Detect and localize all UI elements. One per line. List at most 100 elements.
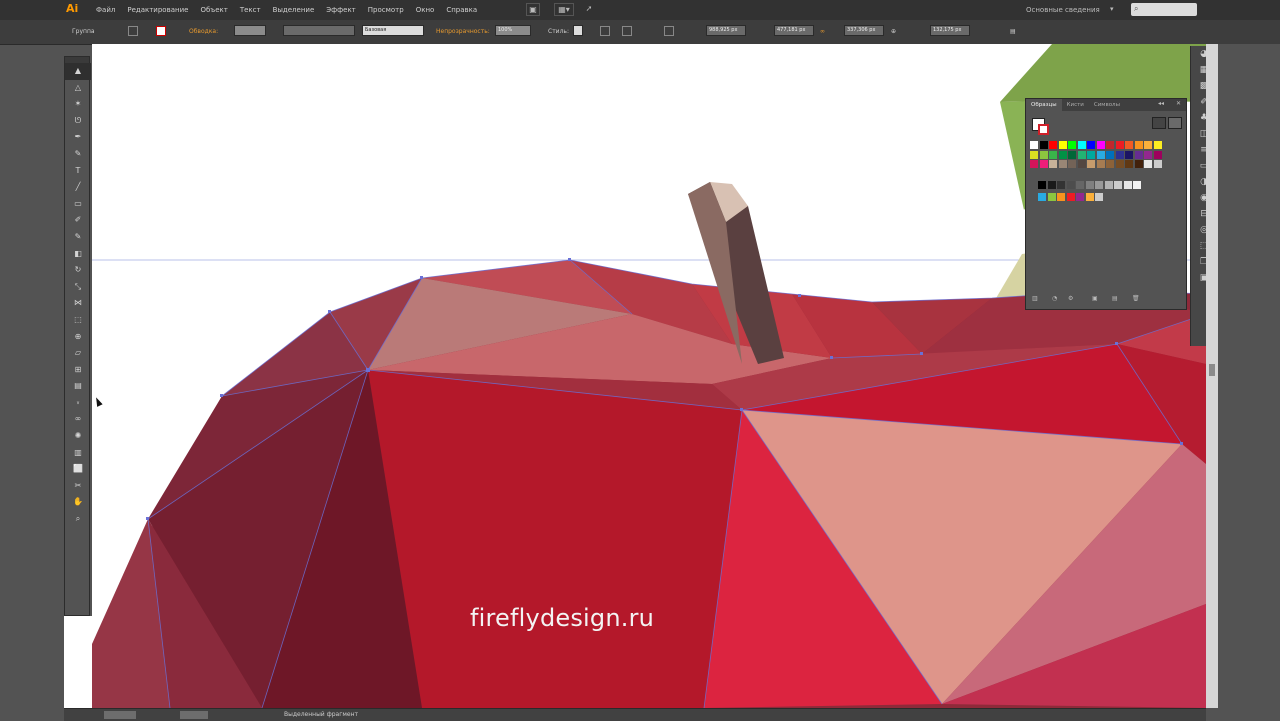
swatch-options-icon[interactable]: ⚙ — [1068, 295, 1073, 302]
bridge-icon[interactable]: ▣ — [526, 3, 540, 16]
tab-brushes[interactable]: Кисти — [1062, 99, 1089, 111]
gpu-rocket-icon[interactable]: ➚ — [582, 3, 596, 16]
color-swatch[interactable] — [1049, 160, 1057, 168]
color-swatch[interactable] — [1096, 141, 1105, 149]
color-swatch[interactable] — [1115, 150, 1124, 159]
color-swatch[interactable] — [1068, 150, 1076, 159]
color-swatch[interactable] — [1125, 160, 1133, 168]
zoom-field[interactable] — [104, 711, 136, 719]
menu-edit[interactable]: Редактирование — [127, 6, 188, 14]
width-tool-icon[interactable]: ⋈ — [65, 295, 91, 312]
opacity-label[interactable]: Непрозрачность: — [436, 28, 490, 35]
menu-effect[interactable]: Эффект — [326, 6, 355, 14]
color-swatch[interactable] — [1096, 160, 1105, 168]
menu-object[interactable]: Объект — [200, 6, 227, 14]
shaper-tool-icon[interactable]: ✎ — [65, 229, 91, 246]
color-swatch[interactable] — [1134, 160, 1143, 168]
blend-tool-icon[interactable]: ∞ — [65, 411, 91, 428]
color-swatch[interactable] — [1058, 150, 1067, 159]
stroke-swatch[interactable] — [156, 26, 166, 36]
color-swatch[interactable] — [1058, 141, 1067, 149]
gray-swatch[interactable] — [1133, 181, 1141, 189]
scrollbar-thumb[interactable] — [1209, 364, 1215, 376]
recolor-artwork-icon[interactable] — [600, 26, 610, 36]
color-swatch[interactable] — [1153, 160, 1162, 168]
column-graph-tool-icon[interactable]: ▥ — [65, 445, 91, 462]
stroke-label[interactable]: Обводка: — [189, 28, 218, 35]
color-swatch[interactable] — [1106, 150, 1114, 159]
menu-type[interactable]: Текст — [240, 6, 261, 14]
color-swatch[interactable] — [1087, 150, 1095, 159]
color-group-swatch[interactable] — [1038, 193, 1046, 201]
color-swatch[interactable] — [1087, 160, 1095, 168]
eraser-tool-icon[interactable]: ◧ — [65, 246, 91, 263]
color-swatch[interactable] — [1077, 160, 1086, 168]
swatch-libraries-icon[interactable]: ▥ — [1032, 295, 1038, 302]
rotate-tool-icon[interactable]: ↻ — [65, 262, 91, 279]
gray-swatch[interactable] — [1114, 181, 1122, 189]
vertical-scrollbar[interactable] — [1206, 44, 1218, 708]
color-group-swatch[interactable] — [1095, 193, 1103, 201]
line-tool-icon[interactable]: ╱ — [65, 179, 91, 196]
width-field[interactable]: 337,306 px — [844, 25, 884, 36]
color-swatch[interactable] — [1115, 160, 1124, 168]
color-group-swatch[interactable] — [1047, 193, 1056, 201]
color-swatch[interactable] — [1077, 141, 1086, 149]
color-swatch[interactable] — [1049, 150, 1057, 159]
magic-wand-tool-icon[interactable]: ✶ — [65, 96, 91, 113]
free-transform-tool-icon[interactable]: ⬚ — [65, 312, 91, 329]
color-group-swatch[interactable] — [1076, 193, 1084, 201]
isolate-group-icon[interactable]: ⊕ — [891, 28, 896, 35]
link-proportions-icon[interactable]: ∞ — [820, 28, 825, 35]
symbol-sprayer-tool-icon[interactable]: ✺ — [65, 428, 91, 445]
color-swatch[interactable] — [1039, 160, 1048, 168]
y-field[interactable]: 477,181 px — [774, 25, 814, 36]
pen-tool-icon[interactable]: ✒ — [65, 129, 91, 146]
fill-swatch[interactable] — [128, 26, 138, 36]
menu-view[interactable]: Просмотр — [368, 6, 404, 14]
chevron-down-icon[interactable]: ▾ — [1110, 5, 1114, 13]
panel-menu-icon[interactable]: ▤ — [1010, 28, 1016, 35]
rectangle-tool-icon[interactable]: ▭ — [65, 196, 91, 213]
gray-swatch[interactable] — [1057, 181, 1065, 189]
color-swatch[interactable] — [1144, 150, 1152, 159]
color-swatch[interactable] — [1144, 160, 1152, 168]
zoom-tool-icon[interactable]: ⌕ — [65, 511, 91, 528]
tab-symbols[interactable]: Символы — [1089, 99, 1125, 111]
lasso-tool-icon[interactable]: ᘎ — [65, 113, 91, 130]
color-swatch[interactable] — [1115, 141, 1124, 149]
delete-swatch-icon[interactable]: 🗑 — [1132, 295, 1140, 302]
close-panel-icon[interactable]: ✕ — [1176, 100, 1181, 107]
thumbnail-view-icon[interactable] — [1168, 117, 1182, 129]
perspective-tool-icon[interactable]: ▱ — [65, 345, 91, 362]
color-swatch[interactable] — [1153, 141, 1162, 149]
color-swatch[interactable] — [1068, 141, 1076, 149]
gray-swatch[interactable] — [1066, 181, 1075, 189]
color-group-swatch[interactable] — [1057, 193, 1065, 201]
menu-select[interactable]: Выделение — [273, 6, 315, 14]
new-swatch-icon[interactable]: ▤ — [1112, 295, 1118, 302]
color-swatch[interactable] — [1077, 150, 1086, 159]
color-swatch[interactable] — [1096, 150, 1105, 159]
hand-tool-icon[interactable]: ✋ — [65, 494, 91, 511]
color-swatch[interactable] — [1153, 150, 1162, 159]
color-swatch[interactable] — [1125, 150, 1133, 159]
x-field[interactable]: 988,925 px — [706, 25, 746, 36]
color-swatch[interactable] — [1039, 150, 1048, 159]
search-input[interactable]: ⌕ — [1131, 3, 1197, 16]
color-group-swatch[interactable] — [1066, 193, 1075, 201]
height-field[interactable]: 132,175 px — [930, 25, 970, 36]
gray-swatch[interactable] — [1047, 181, 1056, 189]
menu-help[interactable]: Справка — [446, 6, 477, 14]
shape-builder-tool-icon[interactable]: ⊕ — [65, 329, 91, 346]
artboard-navigation-field[interactable] — [180, 711, 208, 719]
stroke-weight-field[interactable] — [234, 25, 266, 36]
arrange-documents-icon[interactable]: ▦▾ — [554, 3, 574, 16]
eyedropper-tool-icon[interactable]: ⍤ — [65, 395, 91, 412]
type-tool-icon[interactable]: T — [65, 163, 91, 180]
graphic-style-swatch[interactable] — [573, 25, 583, 36]
mesh-tool-icon[interactable]: ⊞ — [65, 362, 91, 379]
menu-file[interactable]: Файл — [96, 6, 115, 14]
slice-tool-icon[interactable]: ✂ — [65, 478, 91, 495]
gray-swatch[interactable] — [1085, 181, 1094, 189]
